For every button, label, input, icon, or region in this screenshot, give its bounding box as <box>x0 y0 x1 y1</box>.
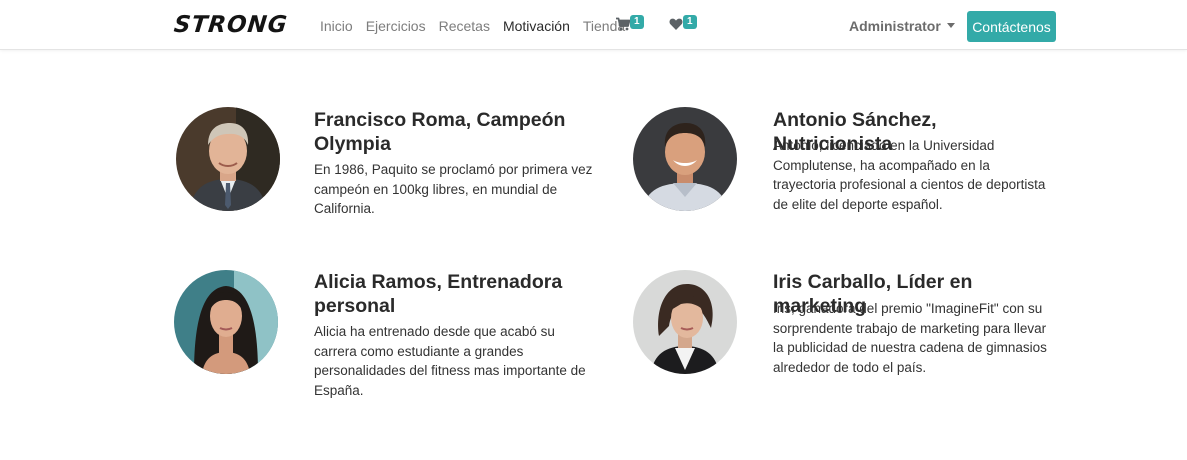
avatar <box>633 107 737 211</box>
team-member-description: Alicia ha entrenado desde que acabó su c… <box>314 324 586 398</box>
nav-link-recetas[interactable]: Recetas <box>439 18 490 34</box>
nav-link-motivacion[interactable]: Motivación <box>503 18 570 34</box>
team-member-description: Iris, ganadora del premio "ImagineFit" c… <box>773 301 1047 375</box>
user-menu-dropdown[interactable]: Administrator <box>849 18 955 34</box>
nav-link-ejercicios[interactable]: Ejercicios <box>366 18 426 34</box>
portrait-photo <box>633 107 737 211</box>
avatar <box>176 107 280 211</box>
caret-down-icon <box>946 23 955 28</box>
avatar <box>633 270 737 374</box>
heart-icon <box>669 18 683 30</box>
nav-link-inicio[interactable]: Inicio <box>320 18 353 34</box>
team-member-name: Alicia Ramos, Entrenadora personal <box>314 271 563 317</box>
portrait-photo <box>174 270 278 374</box>
portrait-photo <box>176 107 280 211</box>
team-member-description: En 1986, Paquito se proclamó por primera… <box>314 162 593 216</box>
team-member-name: Francisco Roma, Campeón Olympia <box>314 109 566 155</box>
favorites-count-badge: 1 <box>683 15 697 29</box>
brand-logo[interactable]: STRONG <box>173 12 289 38</box>
cart-button[interactable]: 1 <box>616 15 644 35</box>
user-menu-label: Administrator <box>849 18 941 34</box>
portrait-photo <box>633 270 737 374</box>
navbar: STRONG Inicio Ejercicios Recetas Motivac… <box>0 0 1187 50</box>
contact-button[interactable]: Contáctenos <box>967 11 1056 42</box>
main-nav: Inicio Ejercicios Recetas Motivación Tie… <box>320 18 638 34</box>
team-member-description: Antonio, licenciado en la Universidad Co… <box>773 138 1046 212</box>
cart-icon <box>616 17 630 31</box>
cart-count-badge: 1 <box>630 15 644 29</box>
avatar <box>174 270 278 374</box>
favorites-button[interactable]: 1 <box>669 15 697 35</box>
